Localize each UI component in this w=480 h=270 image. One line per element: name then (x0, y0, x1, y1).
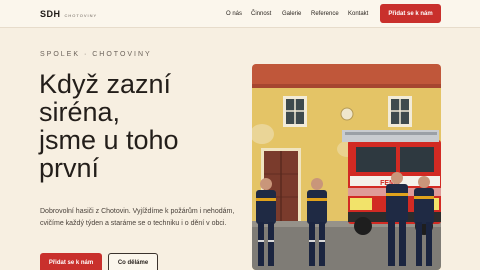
headline-line: siréna, (39, 97, 121, 127)
site-header: SDH CHOTOVINY O nás Činnost Galerie Refe… (0, 0, 480, 28)
nav-link-cinnost[interactable]: Činnost (251, 11, 271, 17)
hero-photo: FEMA (252, 64, 441, 270)
join-button[interactable]: Přidat se k nám (40, 253, 102, 270)
nav-link-kontakt[interactable]: Kontakt (348, 11, 368, 17)
nav-link-o-nas[interactable]: O nás (226, 11, 242, 17)
headline-line: jsme u toho (39, 125, 179, 155)
what-we-do-button[interactable]: Co děláme (108, 253, 158, 270)
nav-link-reference[interactable]: Reference (311, 11, 339, 17)
headline-line: Když zazní (39, 69, 172, 99)
headline-line: první (39, 153, 100, 183)
join-button-header[interactable]: Přidat se k nám (380, 4, 441, 23)
hero-headline: Když zazní siréna, jsme u toho první (39, 70, 244, 182)
hero-eyebrow: SPOLEK · CHOTOVINY (40, 51, 152, 58)
hero-description: Dobrovolní hasiči z Chotovin. Vyjíždíme … (40, 208, 235, 227)
nav-link-galerie[interactable]: Galerie (282, 11, 301, 17)
